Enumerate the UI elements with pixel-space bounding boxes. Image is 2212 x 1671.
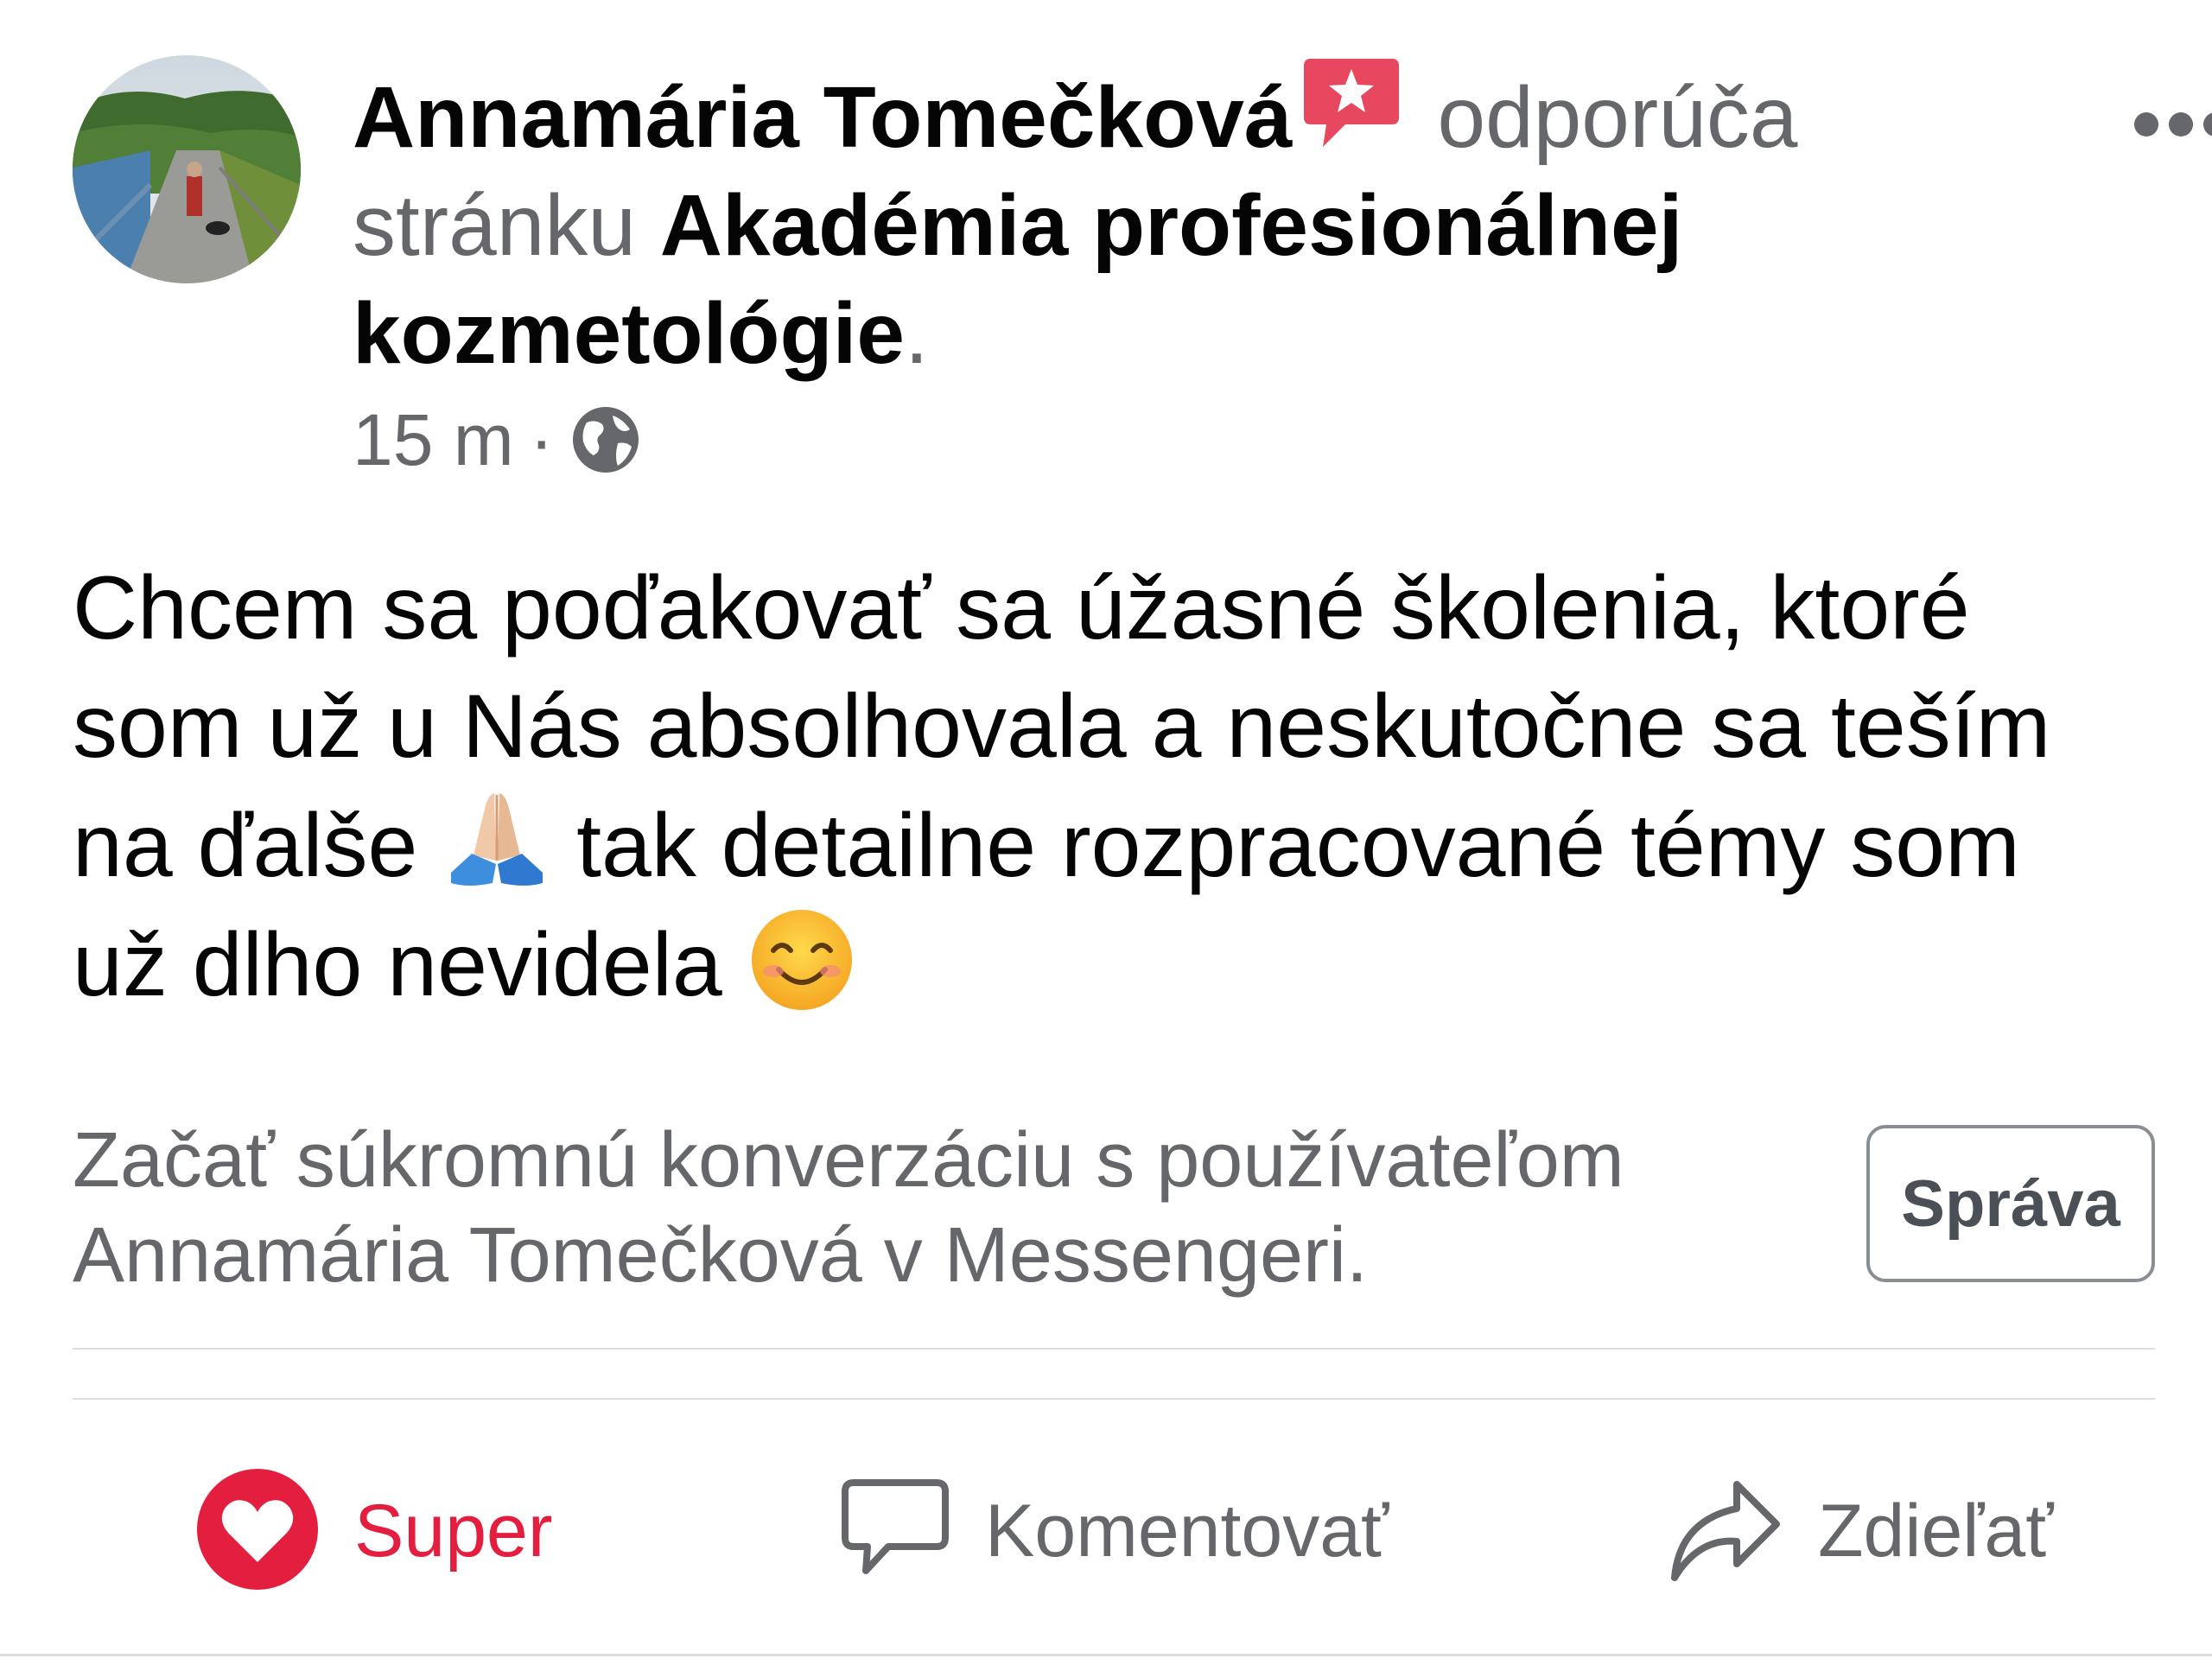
post-body-line1: Chcem sa poďakovať sa úžasné školenia, k… bbox=[73, 558, 1970, 658]
page-name-line1[interactable]: Akadémia profesionálnej bbox=[660, 177, 1683, 274]
post-meta: 15 m · bbox=[353, 397, 642, 483]
divider bbox=[73, 1398, 2155, 1400]
page-name-line2[interactable]: kozmetológie bbox=[353, 285, 905, 382]
message-button[interactable]: Správa bbox=[1866, 1125, 2155, 1282]
share-button[interactable]: Zdieľať bbox=[1668, 1462, 2053, 1600]
messenger-cta-line1: Začať súkromnú konverzáciu s používateľo… bbox=[73, 1117, 1624, 1204]
messenger-cta-text: Začať súkromnú konverzáciu s používateľo… bbox=[73, 1113, 1801, 1303]
post-body-line3: na ďalše tak detailne rozpracované témy … bbox=[73, 786, 2164, 905]
messenger-cta-line2: Annamária Tomečková v Messengeri. bbox=[73, 1212, 1369, 1299]
post-body-line4-text: už dlho nevidela bbox=[73, 915, 722, 1015]
action-bar: Super Komentovať Zdieľať bbox=[0, 1462, 2212, 1600]
comment-label: Komentovať bbox=[985, 1489, 1389, 1573]
bottom-divider bbox=[0, 1654, 2212, 1656]
post-card: Annamária Tomečková odporúča stránku Aka… bbox=[0, 0, 2212, 1671]
post-time[interactable]: 15 m bbox=[353, 397, 514, 483]
post-body: Chcem sa poďakovať sa úžasné školenia, k… bbox=[73, 550, 2164, 1025]
comment-icon bbox=[840, 1474, 950, 1589]
recommendation-star-icon bbox=[1300, 55, 1402, 154]
divider bbox=[73, 1348, 2155, 1350]
avatar-photo bbox=[73, 55, 301, 283]
globe-icon bbox=[569, 403, 642, 476]
heart-icon bbox=[195, 1467, 320, 1596]
smiling-face-emoji bbox=[747, 905, 856, 1014]
recommends-text: odporúča bbox=[1437, 69, 1798, 166]
more-dots-icon[interactable] bbox=[2129, 107, 2212, 142]
page-suffix: . bbox=[904, 285, 929, 382]
like-label: Super bbox=[354, 1489, 553, 1573]
post-body-line4: už dlho nevidela bbox=[73, 905, 2164, 1025]
folded-hands-emoji bbox=[442, 786, 551, 895]
share-label: Zdieľať bbox=[1818, 1489, 2054, 1573]
author-avatar[interactable] bbox=[73, 55, 301, 283]
comment-button[interactable]: Komentovať bbox=[840, 1462, 1389, 1600]
author-name[interactable]: Annamária Tomečková bbox=[353, 69, 1292, 166]
post-body-line3-b: tak detailne rozpracované témy som bbox=[576, 796, 2020, 896]
page-prefix: stránku bbox=[353, 177, 636, 274]
meta-separator: · bbox=[529, 399, 554, 480]
like-button[interactable]: Super bbox=[195, 1462, 553, 1600]
post-body-line3-a: na ďalše bbox=[73, 796, 418, 896]
post-body-line2: som už u Nás absolhovala a neskutočne sa… bbox=[73, 677, 2051, 777]
share-icon bbox=[1668, 1474, 1783, 1589]
post-header-text: Annamária Tomečková odporúča stránku Aka… bbox=[353, 55, 1994, 388]
